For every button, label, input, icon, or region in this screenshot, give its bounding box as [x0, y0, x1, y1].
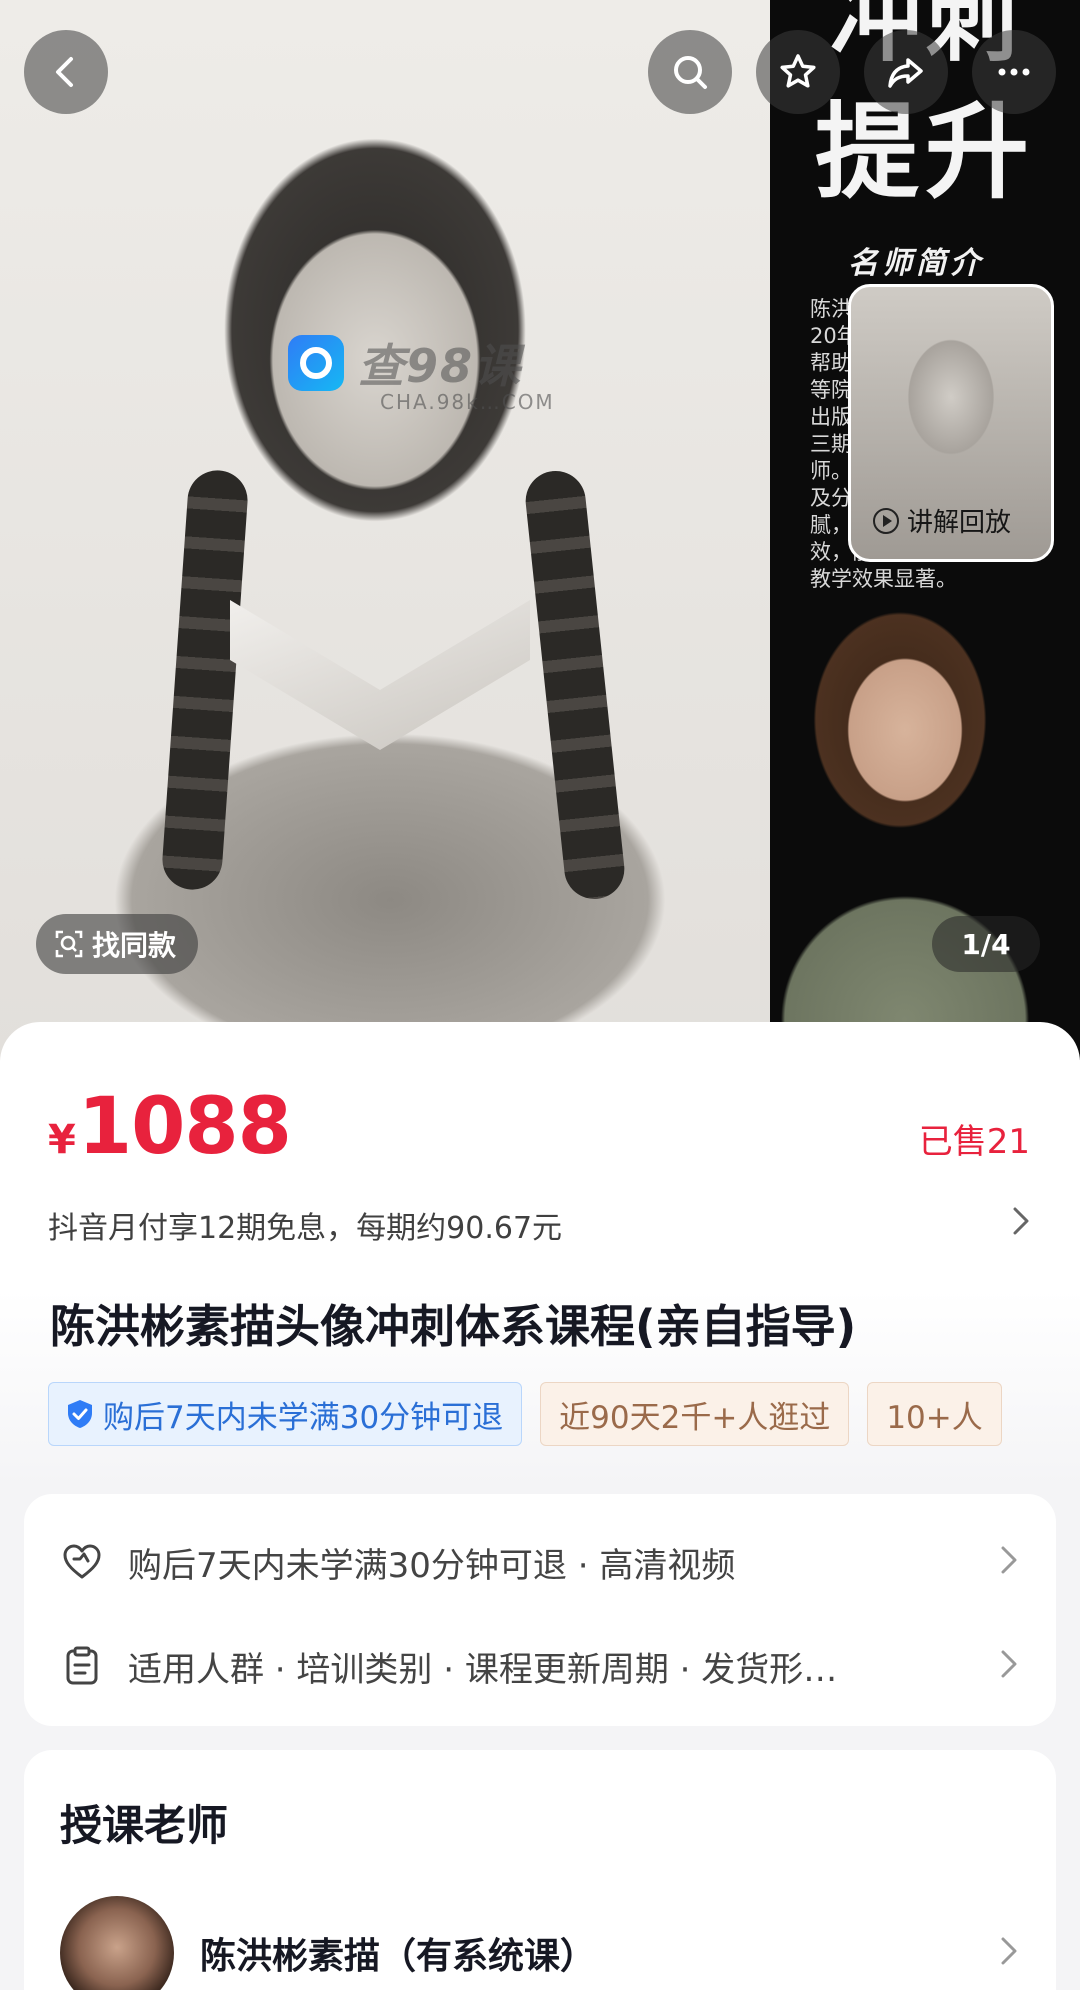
price: ¥ 1088 — [48, 1082, 292, 1172]
service-info-card: 购后7天内未学满30分钟可退 · 高清视频 适用人群 · 培训类别 · 课程更新… — [24, 1494, 1056, 1726]
scan-icon — [55, 930, 83, 958]
replay-text: 讲解回放 — [907, 508, 1012, 538]
more-icon — [998, 68, 1030, 76]
chevron-right-icon — [998, 1934, 1020, 1972]
tag-visitors[interactable]: 近90天2千+人逛过 — [540, 1382, 850, 1446]
sketch-portrait-image — [0, 0, 770, 1060]
product-page: 冲刺 提升 名师简介 陈洪彬 20年 帮助 等院 出版 三期 师。 及分 腻，教… — [0, 0, 1080, 1990]
tag-list[interactable]: 购后7天内未学满30分钟可退 近90天2千+人逛过 10+人 — [48, 1382, 1032, 1446]
sold-count: 已售21 — [918, 1122, 1030, 1162]
product-title: 陈洪彬素描头像冲刺体系课程(亲自指导) — [50, 1300, 857, 1353]
share-icon — [888, 58, 923, 88]
find-similar-label: 找同款 — [92, 929, 177, 962]
teacher-heading: 授课老师 — [60, 1801, 229, 1850]
title-section: 陈洪彬素描头像冲刺体系课程(亲自指导) 购后7天内未学满30分钟可退 近90天2… — [0, 1290, 1080, 1490]
search-icon — [674, 56, 707, 89]
chevron-right-icon — [998, 1543, 1020, 1581]
star-icon — [780, 54, 816, 88]
price-card: ¥ 1088 已售21 抖音月付享12期免息，每期约90.67元 — [0, 1022, 1080, 1290]
currency-symbol: ¥ — [48, 1117, 76, 1163]
product-image-carousel[interactable]: 冲刺 提升 名师简介 陈洪彬 20年 帮助 等院 出版 三期 师。 及分 腻，教… — [0, 0, 1080, 1060]
tag-refund-policy[interactable]: 购后7天内未学满30分钟可退 — [48, 1382, 523, 1446]
tag-refund-label: 购后7天内未学满30分钟可退 — [103, 1399, 504, 1436]
teacher-photo — [715, 600, 1080, 1060]
watermark-url: CHA.98k…COM — [380, 390, 555, 414]
service-row[interactable]: 购后7天内未学满30分钟可退 · 高清视频 — [60, 1532, 1020, 1592]
back-icon — [56, 57, 73, 87]
teacher-row[interactable]: 陈洪彬素描（有系统课） — [60, 1896, 1020, 1990]
mini-video-player[interactable]: 讲解回放 — [848, 284, 1054, 562]
chevron-right-icon — [1010, 1204, 1032, 1246]
teacher-card: 授课老师 陈洪彬素描（有系统课） — [24, 1750, 1056, 1990]
more-button[interactable] — [972, 30, 1056, 114]
tag-buyers[interactable]: 10+人 — [867, 1382, 1002, 1446]
shield-icon — [68, 1400, 92, 1428]
heart-icon — [63, 1544, 101, 1579]
teacher-name: 陈洪彬素描（有系统课） — [200, 1936, 597, 1977]
find-similar-button[interactable]: 找同款 — [36, 914, 199, 974]
page-indicator: 1/4 — [932, 916, 1040, 972]
installment-row[interactable]: 抖音月付享12期免息，每期约90.67元 — [48, 1200, 1032, 1250]
params-row[interactable]: 适用人群 · 培训类别 · 课程更新周期 · 发货形… — [60, 1636, 1020, 1696]
chevron-right-icon — [998, 1647, 1020, 1685]
braid-left — [160, 468, 250, 892]
favorite-button[interactable] — [756, 30, 840, 114]
watermark-text: 查98课 — [358, 339, 523, 393]
braid-right — [522, 468, 628, 902]
play-icon — [873, 507, 899, 534]
clipboard-icon — [66, 1646, 98, 1685]
promo-subtitle: 名师简介 — [848, 246, 984, 281]
avatar[interactable] — [60, 1896, 174, 1990]
search-button[interactable] — [648, 30, 732, 114]
params-row-text: 适用人群 · 培训类别 · 课程更新周期 · 发货形… — [128, 1649, 838, 1690]
share-button[interactable] — [864, 30, 948, 114]
price-amount: 1088 — [77, 1082, 292, 1172]
watermark-logo-icon — [288, 335, 344, 391]
watermark: 查98课 — [288, 330, 522, 396]
back-button[interactable] — [24, 30, 108, 114]
service-row-text: 购后7天内未学满30分钟可退 · 高清视频 — [128, 1545, 736, 1586]
promo-big-text: 提升 — [815, 91, 1036, 213]
collar — [230, 600, 530, 750]
replay-label[interactable]: 讲解回放 — [873, 502, 1011, 539]
installment-text: 抖音月付享12期免息，每期约90.67元 — [48, 1211, 563, 1246]
